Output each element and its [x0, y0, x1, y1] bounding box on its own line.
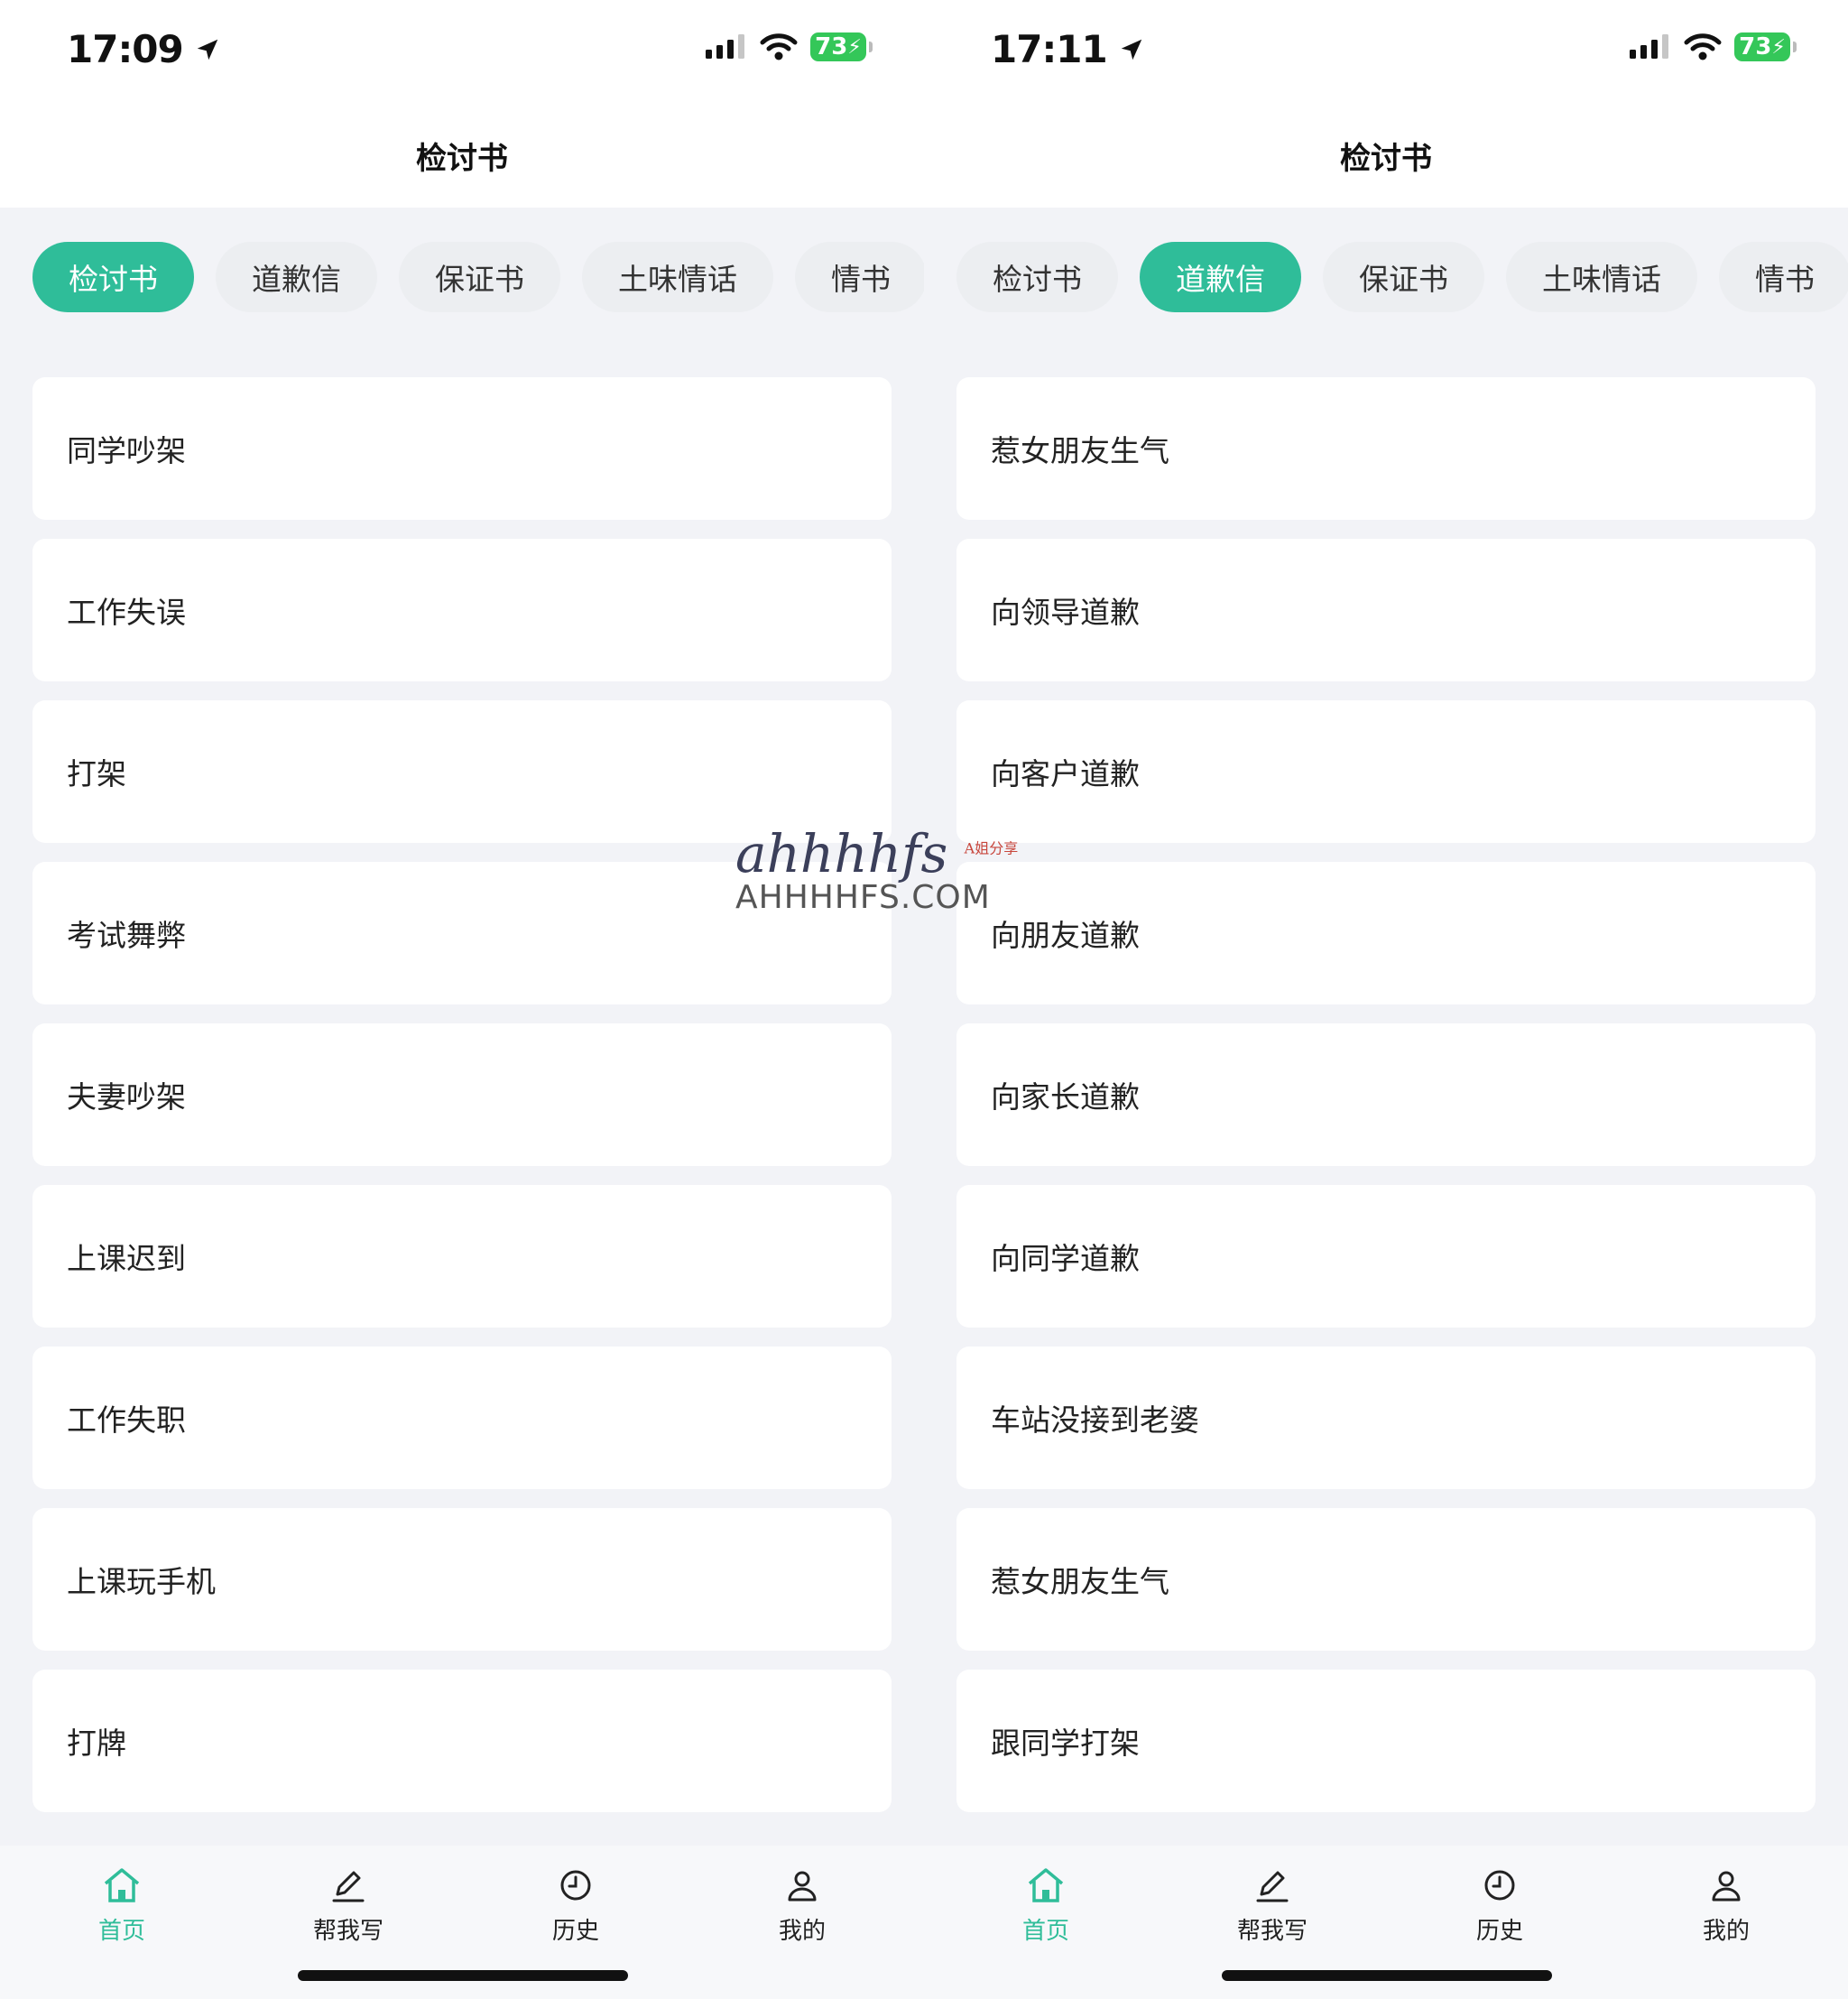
list-item[interactable]: 向家长道歉	[956, 1023, 1816, 1166]
category-chip[interactable]: 保证书	[1323, 242, 1484, 312]
list-item[interactable]: 上课迟到	[32, 1185, 892, 1328]
list-item[interactable]: 打牌	[32, 1670, 892, 1812]
tab-label: 历史	[551, 1918, 599, 1945]
list-item[interactable]: 向朋友道歉	[956, 862, 1816, 1004]
list-item[interactable]: 上课玩手机	[32, 1508, 892, 1651]
status-icons: 73 ⚡	[1630, 32, 1797, 61]
list-item[interactable]: 打架	[32, 700, 892, 843]
location-arrow-icon	[1121, 39, 1141, 60]
navigation-bar: 检讨书	[0, 104, 924, 208]
list-item[interactable]: 工作失职	[32, 1347, 892, 1489]
category-chip[interactable]: 检讨书	[956, 242, 1118, 312]
tab-label: 帮我写	[312, 1918, 383, 1945]
battery-level: 73	[815, 33, 848, 60]
time-text: 17:11	[991, 27, 1108, 71]
cellular-signal-icon	[706, 34, 744, 59]
pencil-icon	[332, 1871, 365, 1902]
list-item[interactable]: 惹女朋友生气	[956, 1508, 1816, 1651]
page-title: 检讨书	[416, 141, 508, 177]
list-item[interactable]: 夫妻吵架	[32, 1023, 892, 1166]
category-chip[interactable]: 道歉信	[216, 242, 377, 312]
tab-label: 我的	[1702, 1918, 1750, 1945]
pencil-icon	[1256, 1871, 1289, 1902]
status-time: 17:11	[991, 27, 1145, 71]
home-indicator[interactable]	[1222, 1970, 1552, 1981]
charging-bolt-icon: ⚡	[847, 35, 862, 59]
list-item[interactable]: 惹女朋友生气	[956, 377, 1816, 520]
topic-list: 惹女朋友生气 向领导道歉 向客户道歉 向朋友道歉 向家长道歉 向同学道歉 车站没…	[956, 377, 1816, 1831]
category-chip[interactable]: 检讨书	[32, 242, 194, 312]
category-chip[interactable]: 道歉信	[1140, 242, 1301, 312]
tab-history[interactable]: 历史	[504, 1864, 648, 1946]
tab-write[interactable]: 帮我写	[1200, 1864, 1344, 1946]
category-chip[interactable]: 情书	[1719, 242, 1848, 312]
clock-icon	[1484, 1870, 1515, 1901]
tab-label: 首页	[1021, 1918, 1069, 1945]
comparison-screenshot: 17:09 73 ⚡ 检讨书 检讨书 道歉信 保证书 土味情话 情书 同学吵架 …	[0, 0, 1848, 1999]
tab-label: 我的	[778, 1918, 826, 1945]
category-chip[interactable]: 保证书	[399, 242, 560, 312]
status-bar: 17:09 73 ⚡	[0, 0, 924, 104]
list-item[interactable]: 考试舞弊	[32, 862, 892, 1004]
status-icons: 73 ⚡	[706, 32, 873, 61]
location-arrow-icon	[197, 39, 217, 60]
category-tabs: 检讨书 道歉信 保证书 土味情话 情书	[32, 242, 924, 312]
tab-profile[interactable]: 我的	[730, 1864, 874, 1946]
list-item[interactable]: 跟同学打架	[956, 1670, 1816, 1812]
home-icon	[1028, 1868, 1064, 1902]
navigation-bar: 检讨书	[924, 104, 1848, 208]
category-tabs: 检讨书 道歉信 保证书 土味情话 情书	[956, 242, 1848, 312]
cellular-signal-icon	[1630, 34, 1668, 59]
home-indicator[interactable]	[298, 1970, 628, 1981]
topic-list: 同学吵架 工作失误 打架 考试舞弊 夫妻吵架 上课迟到 工作失职 上课玩手机 打…	[32, 377, 892, 1831]
category-chip[interactable]: 情书	[795, 242, 924, 312]
category-chip[interactable]: 土味情话	[1506, 242, 1697, 312]
home-icon	[104, 1868, 140, 1902]
user-icon	[788, 1871, 817, 1902]
status-time: 17:09	[67, 27, 221, 71]
charging-bolt-icon: ⚡	[1771, 35, 1786, 59]
list-item[interactable]: 工作失误	[32, 539, 892, 681]
user-icon	[1712, 1871, 1741, 1902]
status-bar: 17:11 73 ⚡	[924, 0, 1848, 104]
phone-screen-right: 17:11 73 ⚡ 检讨书 检讨书 道歉信 保证书 土味情话 情书 惹女朋友生…	[924, 0, 1848, 1999]
battery-indicator: 73 ⚡	[1734, 32, 1797, 61]
list-item[interactable]: 同学吵架	[32, 377, 892, 520]
phone-screen-left: 17:09 73 ⚡ 检讨书 检讨书 道歉信 保证书 土味情话 情书 同学吵架 …	[0, 0, 924, 1999]
tab-home[interactable]: 首页	[974, 1864, 1118, 1946]
list-item[interactable]: 向领导道歉	[956, 539, 1816, 681]
list-item[interactable]: 向客户道歉	[956, 700, 1816, 843]
list-item[interactable]: 向同学道歉	[956, 1185, 1816, 1328]
tab-profile[interactable]: 我的	[1654, 1864, 1798, 1946]
tab-home[interactable]: 首页	[50, 1864, 194, 1946]
tab-label: 帮我写	[1236, 1918, 1307, 1945]
battery-level: 73	[1739, 33, 1772, 60]
tab-write[interactable]: 帮我写	[276, 1864, 420, 1946]
time-text: 17:09	[67, 27, 184, 71]
tab-label: 首页	[97, 1918, 145, 1945]
tab-history[interactable]: 历史	[1428, 1864, 1572, 1946]
clock-icon	[560, 1870, 591, 1901]
tab-label: 历史	[1475, 1918, 1523, 1945]
category-chip[interactable]: 土味情话	[582, 242, 773, 312]
wifi-icon	[760, 33, 798, 60]
page-title: 检讨书	[1340, 141, 1432, 177]
wifi-icon	[1684, 33, 1722, 60]
battery-indicator: 73 ⚡	[810, 32, 873, 61]
list-item[interactable]: 车站没接到老婆	[956, 1347, 1816, 1489]
